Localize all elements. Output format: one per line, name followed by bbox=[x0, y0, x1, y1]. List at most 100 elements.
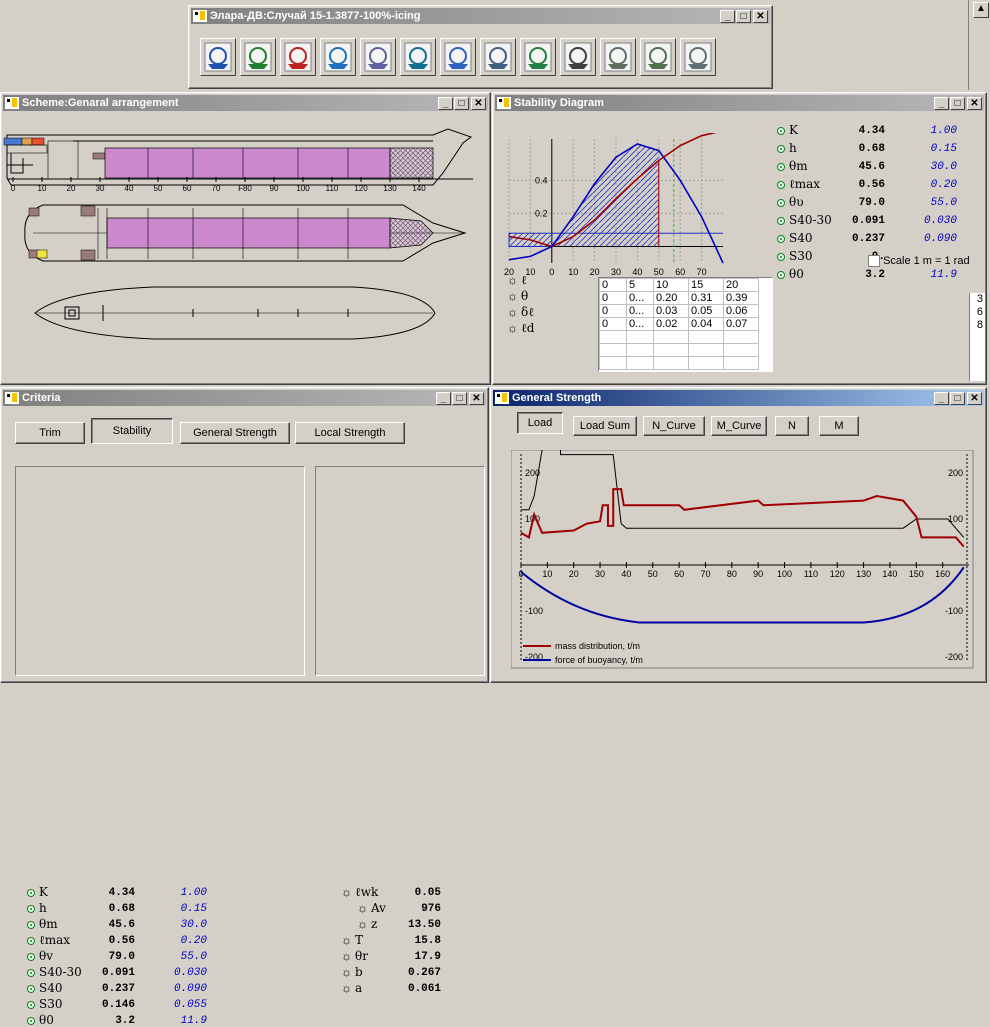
desktop-scroll-strip: ▲ bbox=[968, 0, 990, 90]
ship-sinking-icon[interactable] bbox=[600, 38, 636, 76]
scale-label: Scale 1 m = 1 rad bbox=[883, 255, 970, 268]
table-cell: 0 bbox=[599, 291, 627, 305]
scale-checkbox-row[interactable]: Scale 1 m = 1 rad bbox=[868, 255, 970, 268]
table-cell: 0.04 bbox=[688, 317, 724, 331]
scheme-minimize-button[interactable]: _ bbox=[438, 97, 453, 110]
extra-symbol: ℓwk bbox=[355, 885, 379, 899]
ship-grid-icon[interactable] bbox=[640, 38, 676, 76]
sigma-icon[interactable] bbox=[360, 38, 396, 76]
sun-icon: ☼ bbox=[507, 321, 518, 335]
load-button[interactable]: Load bbox=[517, 412, 563, 434]
extra-value: 0.061 bbox=[407, 983, 441, 995]
clipped-value: 6 bbox=[976, 306, 983, 318]
param-symbol: S40-30 bbox=[789, 213, 832, 227]
param-symbol: S30 bbox=[789, 249, 813, 263]
x-tick-label: 100 bbox=[777, 569, 792, 579]
param-symbol: h bbox=[789, 141, 797, 155]
table-row[interactable]: 0 0... 0.03 0.05 0.06 bbox=[599, 304, 759, 318]
status-dot-icon bbox=[27, 953, 35, 961]
tab-trim[interactable]: Trim bbox=[15, 422, 85, 444]
table-cell: 0.31 bbox=[688, 291, 724, 305]
scheme-restore-button[interactable]: □ bbox=[454, 97, 469, 110]
strength-window: General Strength _ □ ✕ Load Load Sum N_Cur… bbox=[490, 387, 987, 683]
sun-icon: ☼ bbox=[357, 901, 368, 915]
clipped-value: 8 bbox=[976, 319, 983, 331]
table-row[interactable]: 0 0... 0.02 0.04 0.07 bbox=[599, 317, 759, 331]
scale-checkbox[interactable] bbox=[868, 255, 880, 268]
scales-icon[interactable] bbox=[280, 38, 316, 76]
criteria-symbol: S40-30 bbox=[39, 965, 82, 979]
globe-ship-icon[interactable] bbox=[320, 38, 356, 76]
minimize-button[interactable]: _ bbox=[720, 10, 735, 23]
right-y-tick-label: -100 bbox=[945, 606, 963, 616]
frame-tick-label: 140 bbox=[412, 184, 426, 193]
strength-close-button[interactable]: ✕ bbox=[967, 392, 982, 405]
table-row[interactable]: 0 0... 0.20 0.31 0.39 bbox=[599, 291, 759, 305]
n-curve-button[interactable]: N_Curve bbox=[643, 416, 705, 436]
criteria-required: 1.00 bbox=[180, 887, 207, 899]
frame-tick-label: 100 bbox=[296, 184, 310, 193]
sun-icon: ☼ bbox=[507, 273, 518, 287]
ship-helm-icon[interactable] bbox=[200, 38, 236, 76]
n-button[interactable]: N bbox=[775, 416, 809, 436]
criteria-title-bar[interactable]: Criteria _ □ ✕ bbox=[3, 390, 486, 406]
status-dot-icon bbox=[27, 905, 35, 913]
scroll-up-button[interactable]: ▲ bbox=[973, 2, 989, 18]
frame-tick-label: 130 bbox=[383, 184, 397, 193]
frame-tick-label: 120 bbox=[354, 184, 368, 193]
criteria-symbol: K bbox=[39, 885, 48, 899]
extra-symbol: θr bbox=[355, 949, 368, 963]
stability-curve-icon[interactable] bbox=[480, 38, 516, 76]
criteria-restore-button[interactable]: □ bbox=[452, 392, 467, 405]
right-y-tick-label: -200 bbox=[945, 652, 963, 662]
status-dot-icon bbox=[777, 127, 785, 135]
main-title-bar[interactable]: Элара-ДВ:Случай 15-1.3877-100%-icing _ □ ✕ bbox=[191, 8, 770, 24]
table-cell: 0.20 bbox=[653, 291, 689, 305]
report-icon[interactable] bbox=[680, 38, 716, 76]
stability-restore-button[interactable]: □ bbox=[950, 97, 965, 110]
pd-icon[interactable] bbox=[560, 38, 596, 76]
stability-minimize-button[interactable]: _ bbox=[934, 97, 949, 110]
table-cell: 0... bbox=[626, 317, 654, 331]
stability-title-bar[interactable]: Stability Diagram _ □ ✕ bbox=[495, 95, 984, 111]
stability-close-button[interactable]: ✕ bbox=[967, 97, 982, 110]
stability-right-scrollbar[interactable]: 368 bbox=[969, 293, 985, 381]
criteria-minimize-button[interactable]: _ bbox=[436, 392, 451, 405]
extra-value: 976 bbox=[421, 903, 441, 915]
tab-local-strength[interactable]: Local Strength bbox=[295, 422, 405, 444]
tanks-icon[interactable] bbox=[440, 38, 476, 76]
strength-title: General Strength bbox=[512, 392, 602, 404]
param-symbol: θ0 bbox=[789, 267, 804, 281]
sun-icon: ☼ bbox=[341, 885, 352, 899]
scheme-close-button[interactable]: ✕ bbox=[471, 97, 486, 110]
general-arrangement-drawing[interactable]: 0 10 20 30 40 50 60 70 F80 90 100 110 120 130 140 bbox=[3, 113, 490, 383]
stability-table[interactable]: 0 5 10 15 20 0 0... 0.20 0.31 0.39 0 0... 0.03 0.05 0.… bbox=[598, 277, 773, 372]
m-button[interactable]: M bbox=[819, 416, 859, 436]
m-curve-button[interactable]: M_Curve bbox=[711, 416, 767, 436]
ship-load-icon[interactable] bbox=[400, 38, 436, 76]
stability-title: Stability Diagram bbox=[514, 97, 604, 109]
tab-general-strength[interactable]: General Strength bbox=[180, 422, 290, 444]
x-tick-label: 70 bbox=[697, 267, 707, 277]
frame-tick-label: 90 bbox=[270, 184, 279, 193]
param-value: 0.56 bbox=[858, 179, 885, 191]
stability-diagram-chart[interactable]: 20 10 0 10 20 30 40 50 60 700.40.2 bbox=[503, 133, 733, 283]
restore-button[interactable]: □ bbox=[736, 10, 751, 23]
lifebuoy-icon[interactable] bbox=[240, 38, 276, 76]
scheme-title-bar[interactable]: Scheme:Genaral arrangement _ □ ✕ bbox=[3, 95, 488, 111]
close-button[interactable]: ✕ bbox=[753, 10, 768, 23]
ship-wave-icon[interactable] bbox=[520, 38, 556, 76]
criteria-required: 30.0 bbox=[180, 919, 207, 931]
load-sum-button[interactable]: Load Sum bbox=[573, 416, 637, 436]
strength-minimize-button[interactable]: _ bbox=[934, 392, 949, 405]
table-cell: 0.03 bbox=[653, 304, 689, 318]
strength-restore-button[interactable]: □ bbox=[950, 392, 965, 405]
frame-tick-label: 0 bbox=[11, 184, 16, 193]
status-dot-icon bbox=[27, 985, 35, 993]
criteria-close-button[interactable]: ✕ bbox=[469, 392, 484, 405]
strength-chart[interactable]: 0 10 20 30 40 50 60 70 80 90 100 110 120 130 140 150 160… bbox=[511, 450, 975, 670]
extra-symbol: z bbox=[371, 917, 378, 931]
tab-stability[interactable]: Stability bbox=[91, 418, 173, 444]
y-tick-label: 0.4 bbox=[535, 175, 548, 185]
strength-title-bar[interactable]: General Strength _ □ ✕ bbox=[493, 390, 984, 406]
